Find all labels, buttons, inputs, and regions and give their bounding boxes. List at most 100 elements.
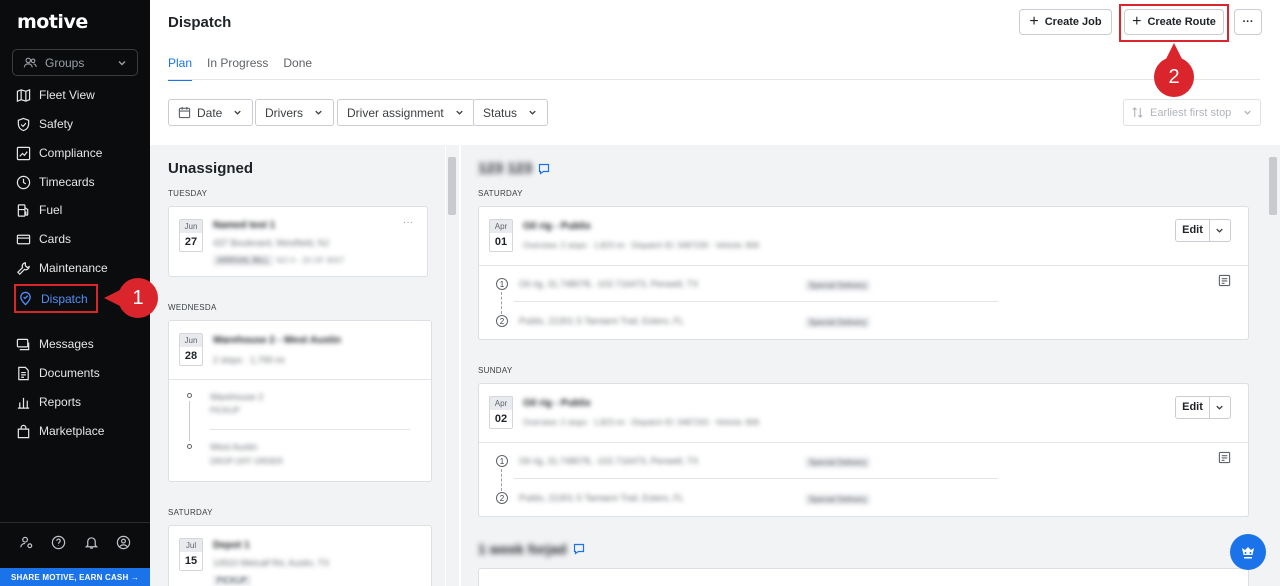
- unassigned-title: Unassigned: [168, 160, 254, 177]
- create-route-button[interactable]: + Create Route: [1124, 9, 1224, 35]
- sidebar-item-documents[interactable]: Documents: [16, 363, 100, 383]
- calendar-icon: [178, 106, 191, 119]
- sidebar-item-label: Maintenance: [39, 261, 108, 275]
- scrollbar-thumb[interactable]: [1269, 157, 1277, 215]
- edit-label: Edit: [1176, 220, 1210, 241]
- route-summary: Overview: 2 stops · 1,823 mi · Dispatch …: [523, 241, 760, 250]
- sidebar-item-maintenance[interactable]: Maintenance: [16, 258, 108, 278]
- tab-plan[interactable]: Plan: [168, 56, 193, 81]
- stop-dot: [187, 444, 192, 449]
- stop-number: 1: [496, 455, 508, 467]
- stop-divider: [210, 429, 410, 430]
- share-motive-banner[interactable]: SHARE MOTIVE, EARN CASH →: [0, 568, 150, 586]
- assistant-icon: [1242, 547, 1254, 559]
- bell-icon[interactable]: [84, 535, 99, 550]
- date-day: 28: [184, 350, 198, 362]
- notes-icon[interactable]: [1218, 274, 1231, 287]
- sidebar-item-label: Fuel: [39, 203, 63, 217]
- stop-tag-chip: Special Delivery: [805, 280, 871, 291]
- motive-logo[interactable]: motive: [17, 11, 88, 33]
- chevron-down-icon: [118, 61, 126, 66]
- route-name: Oil rig - Publix: [523, 398, 591, 409]
- assistant-button[interactable]: [1230, 534, 1266, 570]
- edit-route-button[interactable]: Edit: [1175, 396, 1231, 419]
- shield-icon: [17, 117, 30, 131]
- page-title: Dispatch: [168, 14, 232, 31]
- sidebar-item-compliance[interactable]: Compliance: [16, 143, 102, 163]
- job-tags: PICKUP: [213, 572, 251, 586]
- routes-scrollbar[interactable]: [1266, 145, 1280, 586]
- create-job-button[interactable]: + Create Job: [1019, 9, 1112, 35]
- wrench-icon: [17, 261, 30, 275]
- scrollbar-thumb[interactable]: [448, 157, 456, 215]
- unassigned-job-card[interactable]: Jun 28 Warehouse 2 - West Austin 2 stops…: [168, 320, 432, 482]
- tab-in-progress[interactable]: In Progress: [207, 56, 268, 81]
- card-divider: [169, 379, 431, 380]
- day-label: TUESDAY: [168, 189, 208, 198]
- sidebar-item-fuel[interactable]: Fuel: [16, 200, 62, 220]
- sidebar-item-timecards[interactable]: Timecards: [16, 172, 95, 192]
- stop-name: Warehouse 2: [210, 392, 264, 402]
- card-menu-icon[interactable]: ···: [403, 217, 413, 228]
- job-address: 14910 Metcalf Rd, Austin, TX: [213, 558, 330, 568]
- card-icon: [16, 234, 31, 244]
- status-filter[interactable]: Status: [473, 99, 549, 126]
- card-divider: [479, 442, 1248, 443]
- driver-assignment-label: Driver assignment: [347, 105, 444, 120]
- sidebar-item-fleet-view[interactable]: Fleet View: [16, 85, 95, 105]
- sidebar-item-messages[interactable]: Messages: [16, 334, 94, 354]
- date-badge: Jun 27: [179, 219, 203, 252]
- chevron-down-icon: [1216, 228, 1223, 233]
- driver-assignment-filter[interactable]: Driver assignment: [337, 99, 475, 126]
- drivers-filter[interactable]: Drivers: [255, 99, 334, 126]
- bag-icon: [17, 424, 30, 438]
- stop-tag-chip: Special Delivery: [805, 457, 871, 468]
- sidebar-item-label: Reports: [39, 395, 82, 409]
- sidebar-item-label: Timecards: [39, 175, 95, 189]
- route-card[interactable]: [478, 568, 1249, 586]
- job-name: Warehouse 2 - West Austin: [213, 335, 341, 346]
- day-label: WEDNESDA: [168, 303, 217, 312]
- sort-select[interactable]: Earliest first stop: [1123, 99, 1261, 126]
- plus-icon: +: [1132, 13, 1142, 30]
- date-badge: Jul 15: [179, 538, 203, 571]
- chevron-down-icon: [1244, 110, 1251, 115]
- unassigned-job-card[interactable]: Jul 15 Depot 1 14910 Metcalf Rd, Austin,…: [168, 525, 432, 586]
- sidebar-item-dispatch[interactable]: Dispatch: [14, 284, 98, 313]
- job-tags: ARRIVAL BILL NO 0 - 20 OF 9007: [213, 252, 344, 266]
- user-settings-icon[interactable]: [19, 535, 34, 550]
- route-card[interactable]: Apr 02 Oil rig - Publix Overview: 2 stop…: [478, 383, 1249, 517]
- sidebar-item-marketplace[interactable]: Marketplace: [16, 421, 104, 441]
- route-card[interactable]: Apr 01 Oil rig - Publix Overview: 2 stop…: [478, 206, 1249, 340]
- clock-icon: [16, 175, 31, 189]
- unassigned-scrollbar[interactable]: [446, 145, 459, 586]
- job-name: Named test 1: [213, 220, 276, 231]
- edit-route-button[interactable]: Edit: [1175, 219, 1231, 242]
- sidebar-item-reports[interactable]: Reports: [16, 392, 81, 412]
- date-badge: Apr 01: [489, 219, 513, 252]
- date-filter[interactable]: Date: [168, 99, 254, 126]
- comment-icon[interactable]: [538, 163, 550, 175]
- stop-tag: Special Delivery: [805, 491, 871, 505]
- sidebar-item-cards[interactable]: Cards: [16, 229, 71, 249]
- job-address: 437 Boulevard, Westfield, NJ: [213, 238, 329, 248]
- groups-select[interactable]: Groups: [12, 49, 138, 76]
- help-icon[interactable]: [51, 535, 66, 550]
- tab-done[interactable]: Done: [283, 56, 312, 81]
- sidebar-utility-icons: [0, 535, 150, 550]
- more-options-button[interactable]: ···: [1234, 9, 1262, 35]
- comment-icon[interactable]: [573, 543, 585, 555]
- chevron-down-icon: [315, 110, 322, 115]
- account-icon[interactable]: [116, 535, 131, 550]
- stop-address: Publix, 21301 S Tamiami Trail, Estero, F…: [519, 316, 684, 326]
- main-content: Dispatch + Create Job + Create Route ···…: [150, 0, 1280, 586]
- job-summary: 2 stops · 1,799 mi: [213, 355, 285, 365]
- notes-icon[interactable]: [1218, 451, 1231, 464]
- tabs-divider: [168, 79, 1260, 80]
- annotation-marker-1: 1: [104, 278, 158, 318]
- message-icon: [16, 338, 30, 350]
- unassigned-job-card[interactable]: Jun 27 Named test 1 437 Boulevard, Westf…: [168, 206, 428, 277]
- sidebar-item-safety[interactable]: Safety: [16, 114, 73, 134]
- date-day: 27: [184, 236, 198, 248]
- unassigned-panel: Unassigned TUESDAY Jun 27 Named test 1 4…: [150, 145, 445, 586]
